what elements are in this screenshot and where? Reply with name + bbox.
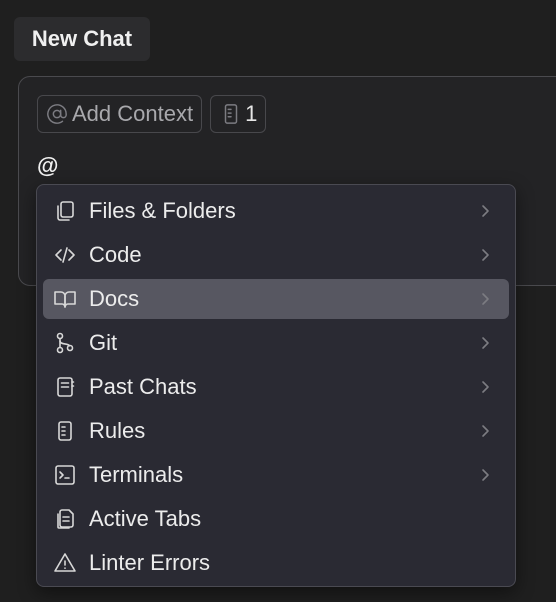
menu-item-rules[interactable]: Rules	[43, 411, 509, 451]
rules-icon	[53, 419, 77, 443]
menu-item-label: Past Chats	[89, 374, 197, 399]
new-chat-tab-label: New Chat	[31, 26, 133, 51]
menu-item-past-chats[interactable]: Past Chats	[43, 367, 509, 407]
notebook-icon	[53, 375, 77, 399]
chevron-right-icon	[475, 333, 495, 353]
rules-count-chip[interactable]: 1	[210, 95, 267, 133]
chat-panel: New Chat Add Context 1 @ Files & Folders…	[0, 0, 556, 602]
menu-item-label: Git	[89, 330, 118, 355]
context-mention-menu: Files & Folders Code Docs Git Past Chats…	[36, 184, 516, 587]
rules-icon	[224, 104, 238, 124]
warning-icon	[53, 551, 77, 575]
menu-item-active-tabs[interactable]: Active Tabs	[43, 499, 509, 539]
menu-item-label: Linter Errors	[89, 550, 211, 575]
chevron-right-icon	[475, 201, 495, 221]
chevron-right-icon	[475, 465, 495, 485]
rules-count: 1	[245, 101, 258, 126]
terminal-icon	[53, 463, 77, 487]
menu-item-code[interactable]: Code	[43, 235, 509, 275]
menu-item-label: Rules	[89, 418, 146, 443]
menu-item-label: Docs	[89, 286, 140, 311]
git-branch-icon	[53, 331, 77, 355]
new-chat-tab[interactable]: New Chat	[14, 17, 150, 61]
menu-item-label: Code	[89, 242, 142, 267]
code-icon	[53, 243, 77, 267]
menu-item-label: Terminals	[89, 462, 184, 487]
menu-item-git[interactable]: Git	[43, 323, 509, 363]
add-context-button[interactable]: Add Context	[37, 95, 203, 133]
book-icon	[53, 287, 77, 311]
menu-item-label: Active Tabs	[89, 506, 202, 531]
at-sign-icon	[47, 104, 67, 124]
add-context-label: Add Context	[72, 101, 194, 126]
menu-item-docs[interactable]: Docs	[43, 279, 509, 319]
message-input-text[interactable]: @	[37, 153, 58, 179]
menu-item-files-folders[interactable]: Files & Folders	[43, 191, 509, 231]
tabs-icon	[53, 507, 77, 531]
menu-item-linter-errors[interactable]: Linter Errors	[43, 543, 509, 583]
chevron-right-icon	[475, 377, 495, 397]
menu-item-terminals[interactable]: Terminals	[43, 455, 509, 495]
context-chip-row: Add Context 1	[37, 95, 267, 133]
files-icon	[53, 199, 77, 223]
chevron-right-icon	[475, 289, 495, 309]
menu-item-label: Files & Folders	[89, 198, 236, 223]
chevron-right-icon	[475, 245, 495, 265]
chevron-right-icon	[475, 421, 495, 441]
